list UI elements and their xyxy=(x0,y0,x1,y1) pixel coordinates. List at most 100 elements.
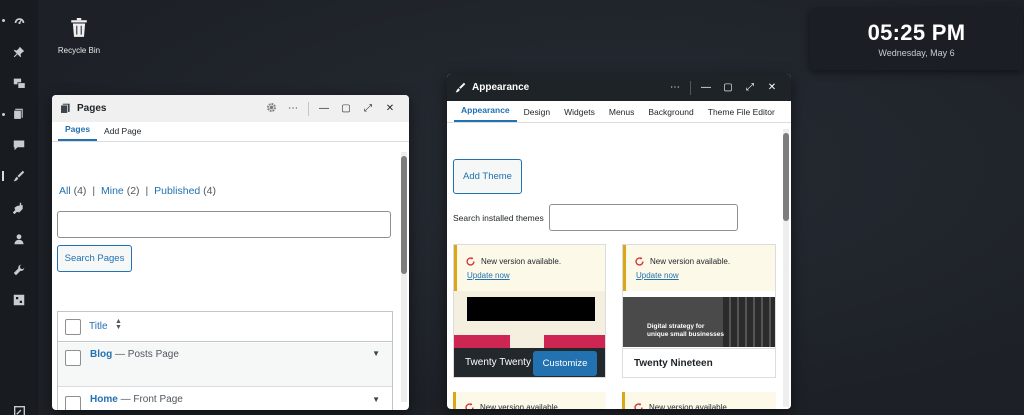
theme-name: Twenty Nineteen xyxy=(634,358,713,369)
table-row[interactable]: Home — Front Page ▼ xyxy=(58,388,392,410)
update-icon xyxy=(635,256,644,266)
search-pages-button[interactable]: Search Pages xyxy=(57,245,132,272)
recycle-bin-shortcut[interactable]: Recycle Bin xyxy=(54,18,104,55)
search-themes-label: Search installed themes xyxy=(453,213,544,223)
rail-indicator xyxy=(2,19,5,22)
pages-window-title: Pages xyxy=(77,103,107,114)
taskbar-rail xyxy=(0,0,38,415)
tab-background[interactable]: Background xyxy=(641,107,700,122)
tab-widgets[interactable]: Widgets xyxy=(557,107,602,122)
titlebar-divider xyxy=(690,80,691,95)
theme-name: Twenty Twenty xyxy=(465,357,531,368)
appearance-scrollbar[interactable] xyxy=(783,129,789,407)
theme-screenshot xyxy=(454,291,605,348)
tab-menus[interactable]: Menus xyxy=(602,107,642,122)
update-now-link[interactable]: Update now xyxy=(626,267,775,280)
pages-icon xyxy=(60,103,70,114)
more-options-button[interactable]: ⋯ xyxy=(664,82,686,93)
filter-mine-link[interactable]: Mine xyxy=(101,185,124,197)
pin-icon[interactable] xyxy=(10,43,28,61)
tab-design[interactable]: Design xyxy=(517,107,557,122)
theme-card-twenty-nineteen[interactable]: New version available. Update now Digita… xyxy=(622,244,776,378)
plugins-icon[interactable] xyxy=(10,199,28,217)
pages-icon[interactable] xyxy=(10,105,28,123)
fullscreen-button[interactable]: ⤢ xyxy=(357,103,379,114)
filter-all-link[interactable]: All xyxy=(59,185,71,197)
titlebar-divider xyxy=(308,101,309,116)
theme-preview-tagline: Digital strategy for unique small busine… xyxy=(647,323,724,339)
rail-indicator xyxy=(2,113,5,116)
appearance-scrollbar-thumb[interactable] xyxy=(783,133,789,221)
tagline-line-1: Digital strategy for xyxy=(647,323,705,330)
appearance-tabs: Appearance Design Widgets Menus Backgrou… xyxy=(447,101,791,123)
tab-appearance[interactable]: Appearance xyxy=(454,105,517,122)
theme-preview-accent xyxy=(544,335,605,348)
search-themes-input[interactable] xyxy=(549,204,738,231)
maximize-button[interactable]: ▢ xyxy=(335,103,357,114)
comments-icon[interactable] xyxy=(10,136,28,154)
row-checkbox[interactable] xyxy=(65,350,81,366)
update-icon xyxy=(634,402,643,409)
update-notice: New version available. Update now xyxy=(623,245,775,291)
collapse-icon[interactable] xyxy=(10,402,28,415)
page-title-link[interactable]: Home xyxy=(90,394,118,405)
theme-name-bar: Twenty Twenty Customize xyxy=(454,348,605,377)
minimize-button[interactable]: — xyxy=(695,82,717,93)
filter-all-count: (4) xyxy=(73,185,87,197)
customize-button[interactable]: Customize xyxy=(533,351,597,376)
pages-tabs: Pages Add Page xyxy=(52,122,409,142)
tab-pages[interactable]: Pages xyxy=(58,124,98,141)
tab-theme-file-editor[interactable]: Theme File Editor xyxy=(701,107,782,122)
pages-scrollbar-thumb[interactable] xyxy=(401,156,407,274)
filter-separator: | xyxy=(145,185,149,197)
dashboard-icon[interactable] xyxy=(10,11,28,29)
appearance-icon[interactable] xyxy=(10,167,28,185)
minimize-button[interactable]: — xyxy=(313,103,335,114)
theme-preview-image xyxy=(723,297,775,347)
row-toggle-icon[interactable]: ▼ xyxy=(372,349,380,358)
row-toggle-icon[interactable]: ▼ xyxy=(372,395,380,404)
media-icon[interactable] xyxy=(10,74,28,92)
page-filters: All (4) | Mine (2) | Published (4) xyxy=(59,185,216,197)
appearance-window-title: Appearance xyxy=(472,82,530,93)
add-theme-button[interactable]: Add Theme xyxy=(453,159,522,194)
filter-separator: | xyxy=(92,185,96,197)
recycle-bin-label: Recycle Bin xyxy=(57,46,101,55)
tab-add-page[interactable]: Add Page xyxy=(97,126,148,141)
more-options-button[interactable]: ⋯ xyxy=(282,103,304,114)
tools-icon[interactable] xyxy=(10,261,28,279)
clock-time: 05:25 PM xyxy=(867,20,966,45)
theme-screenshot: Digital strategy for unique small busine… xyxy=(623,297,775,347)
table-row[interactable]: Blog — Posts Page ▼ xyxy=(58,343,392,387)
pages-titlebar[interactable]: Pages ⋯ — ▢ ⤢ ✕ xyxy=(52,95,409,122)
close-button[interactable]: ✕ xyxy=(379,103,401,114)
maximize-button[interactable]: ▢ xyxy=(717,82,739,93)
close-button[interactable]: ✕ xyxy=(761,82,783,93)
update-notice: New version available. Update now xyxy=(454,245,605,291)
rail-active-indicator xyxy=(2,171,4,181)
filter-published-link[interactable]: Published xyxy=(154,185,200,197)
appearance-window: Appearance ⋯ — ▢ ⤢ ✕ Appearance Design W… xyxy=(447,74,791,409)
theme-name-bar: Twenty Nineteen xyxy=(623,348,775,377)
pages-scrollbar[interactable] xyxy=(401,152,407,402)
page-title-link[interactable]: Blog xyxy=(90,349,112,360)
settings-icon[interactable] xyxy=(10,291,28,309)
clock-widget: 05:25 PM Wednesday, May 6 xyxy=(810,9,1023,70)
filter-published-count: (4) xyxy=(203,185,217,197)
search-pages-input[interactable] xyxy=(57,211,391,238)
appearance-icon xyxy=(455,82,466,93)
update-notice: New version available. xyxy=(622,392,776,409)
notice-text: New version available. xyxy=(481,257,562,266)
row-checkbox[interactable] xyxy=(65,396,81,410)
sort-icon[interactable]: ▲ ▼ xyxy=(115,318,122,331)
appearance-titlebar[interactable]: Appearance ⋯ — ▢ ⤢ ✕ xyxy=(447,74,791,101)
update-now-link[interactable]: Update now xyxy=(457,267,605,280)
theme-card-twenty-twenty[interactable]: New version available. Update now Twenty… xyxy=(453,244,606,378)
users-icon[interactable] xyxy=(10,230,28,248)
fullscreen-button[interactable]: ⤢ xyxy=(739,82,761,93)
page-state: — Posts Page xyxy=(115,349,179,360)
theme-preview-accent xyxy=(454,335,510,348)
title-column-header[interactable]: Title xyxy=(89,321,108,332)
gear-icon[interactable] xyxy=(260,102,282,116)
select-all-checkbox[interactable] xyxy=(65,319,81,335)
